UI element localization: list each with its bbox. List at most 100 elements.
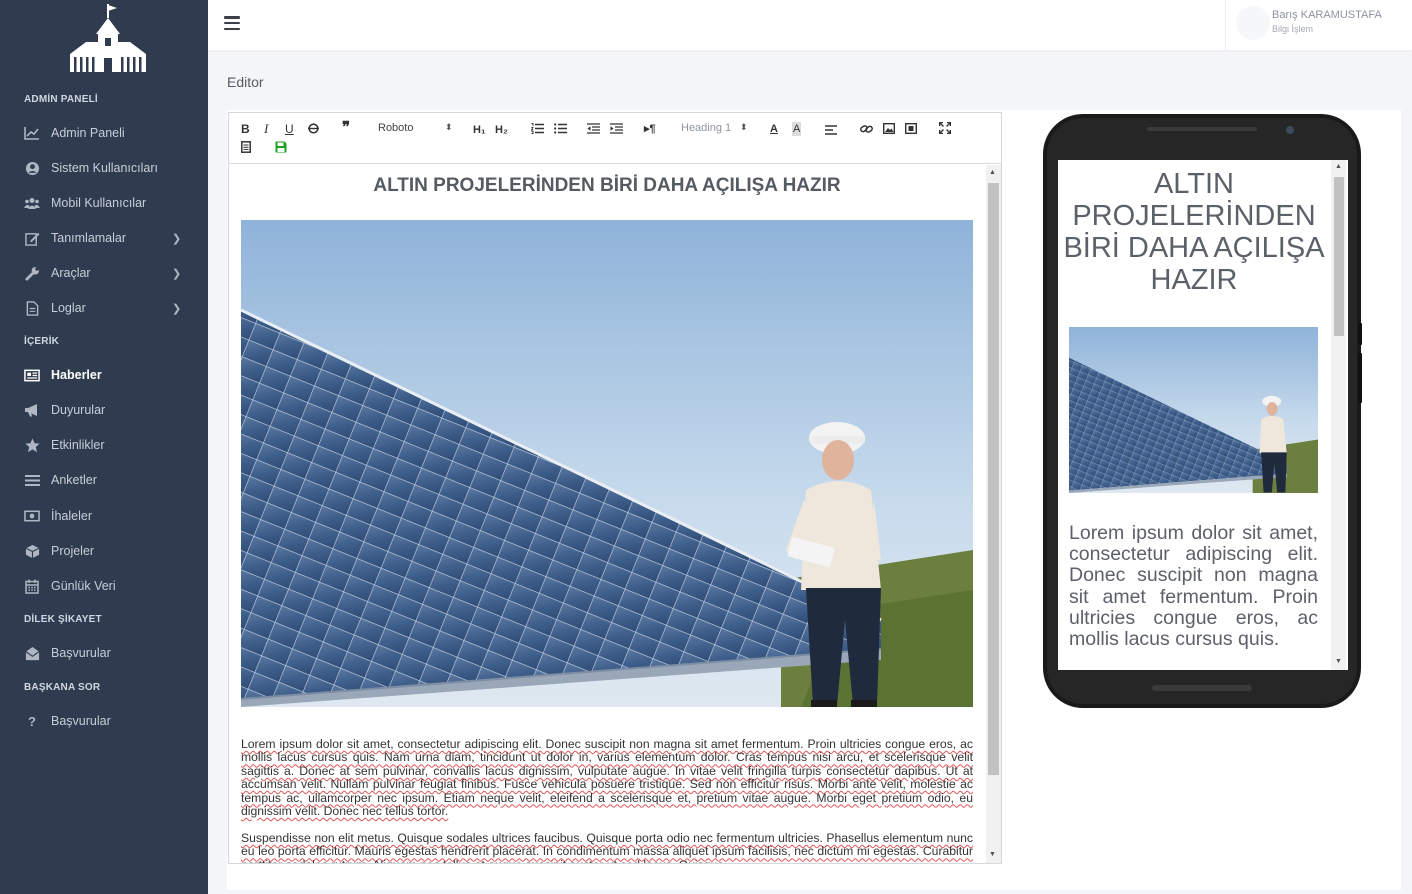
sidebar-item-label: Tanımlamalar (51, 231, 127, 245)
preview-image (1069, 327, 1318, 493)
phone-preview-screen[interactable]: ALTIN PROJELERİNDEN BİRİ DAHA AÇILIŞA HA… (1058, 160, 1348, 670)
list-icon (24, 472, 40, 488)
blockquote-icon[interactable]: ❞ (342, 121, 350, 136)
scroll-thumb[interactable] (988, 183, 999, 775)
scroll-down-icon[interactable]: ▼ (989, 851, 996, 858)
bullet-list-icon[interactable] (554, 123, 567, 137)
sidebar-item-label: Etkinlikler (51, 438, 105, 452)
edit-icon (24, 230, 40, 246)
video-icon[interactable] (904, 122, 918, 137)
user-name: Barış KARAMUSTAFA (1272, 9, 1382, 21)
sidebar-item-mayor-applications[interactable]: ? Başvurular (0, 706, 208, 736)
ordered-list-icon[interactable] (530, 123, 544, 137)
heading-select[interactable]: Heading 1 (681, 122, 731, 134)
outdent-icon[interactable] (587, 123, 600, 137)
user-circle-icon (24, 160, 40, 176)
municipality-logo[interactable] (68, 2, 148, 76)
sidebar-item-label: Projeler (51, 544, 95, 558)
sidebar-item-daily-data[interactable]: Günlük Veri (0, 571, 208, 601)
section-content: İÇERİK (24, 336, 60, 347)
chart-line-icon (24, 125, 40, 141)
sidebar-item-label: Duyurular (51, 403, 106, 417)
sidebar-item-system-users[interactable]: Sistem Kullanıcıları (0, 153, 208, 183)
file-icon (24, 300, 40, 316)
heading-2-icon[interactable]: H₂ (495, 123, 508, 137)
star-icon (24, 437, 40, 453)
newspaper-icon (24, 367, 40, 383)
sidebar-item-admin-panel[interactable]: Admin Paneli (0, 118, 208, 148)
news-image (241, 220, 973, 707)
scroll-up-icon[interactable]: ▲ (1335, 163, 1342, 170)
chevron-right-icon: ❯ (172, 303, 182, 315)
text-direction-icon[interactable]: ▸¶ (644, 122, 656, 136)
text-color-icon[interactable]: A (770, 122, 778, 136)
sidebar-item-events[interactable]: Etkinlikler (0, 430, 208, 460)
sidebar-item-definitions[interactable]: Tanımlamalar ❯ (0, 223, 208, 253)
link-icon[interactable] (860, 123, 873, 138)
sidebar-item-mobile-users[interactable]: Mobil Kullanıcılar (0, 188, 208, 218)
editor-scrollbar[interactable]: ▲ ▼ (986, 165, 1001, 863)
rich-text-editor: B I U ❞ Roboto ⬍ H₁ H₂ ▸¶ Heading 1 ⬍ A … (228, 112, 1002, 864)
news-title: ALTIN PROJELERİNDEN BİRİ DAHA AÇILIŞA HA… (373, 175, 841, 196)
fullscreen-icon[interactable] (938, 121, 952, 137)
page-title: Editor (227, 74, 264, 90)
cube-icon (24, 543, 40, 559)
sidebar-item-logs[interactable]: Loglar ❯ (0, 293, 208, 323)
section-ask-mayor: BAŞKANA SOR (24, 682, 101, 693)
sidebar-item-label: Başvurular (51, 646, 111, 660)
heading-1-icon[interactable]: H₁ (473, 123, 486, 137)
megaphone-icon (24, 402, 40, 418)
sidebar-item-label: Günlük Veri (51, 579, 116, 593)
section-complaints: DİLEK ŞİKAYET (24, 614, 102, 625)
sidebar-item-projects[interactable]: Projeler (0, 536, 208, 566)
sidebar-item-label: Sistem Kullanıcıları (51, 161, 158, 175)
preview-scrollbar[interactable]: ▲ ▼ (1331, 160, 1346, 670)
align-left-icon[interactable] (825, 124, 837, 138)
sidebar-item-label: İhaleler (51, 509, 92, 523)
underline-icon[interactable]: U (285, 122, 294, 136)
editor-toolbar: B I U ❞ Roboto ⬍ H₁ H₂ ▸¶ Heading 1 ⬍ A … (229, 113, 1001, 164)
avatar (1236, 6, 1270, 40)
sidebar-item-surveys[interactable]: Anketler (0, 465, 208, 495)
menu-toggle-icon[interactable] (224, 16, 240, 31)
preview-paragraph: Lorem ipsum dolor sit amet, consectetur … (1069, 522, 1318, 651)
users-icon (24, 195, 40, 211)
news-paragraph: Suspendisse non elit metus. Quisque soda… (241, 831, 973, 863)
scroll-down-icon[interactable]: ▼ (1335, 658, 1342, 665)
sidebar-item-label: Araçlar (51, 266, 91, 280)
wrench-icon (24, 265, 40, 281)
chevron-updown-icon[interactable]: ⬍ (445, 122, 453, 133)
code-view-icon[interactable] (241, 141, 251, 156)
font-family-select[interactable]: Roboto (378, 122, 413, 134)
editor-content-area[interactable]: ALTIN PROJELERİNDEN BİRİ DAHA AÇILIŞA HA… (229, 165, 985, 863)
image-icon[interactable] (882, 122, 896, 137)
indent-icon[interactable] (610, 123, 623, 137)
envelope-open-icon (24, 645, 40, 661)
sidebar-item-tenders[interactable]: İhaleler (0, 501, 208, 531)
sidebar-item-label: Haberler (51, 368, 102, 382)
save-icon[interactable] (275, 141, 287, 156)
user-role: Bilgi İşlem (1272, 24, 1314, 34)
preview-title: ALTIN PROJELERİNDEN BİRİ DAHA AÇILIŞA HA… (1063, 168, 1325, 296)
sidebar-item-applications[interactable]: Başvurular (0, 638, 208, 668)
chevron-right-icon: ❯ (172, 233, 182, 245)
section-admin-panel: ADMİN PANELİ (24, 94, 98, 105)
calendar-icon (24, 578, 40, 594)
question-icon: ? (28, 713, 36, 729)
sidebar-item-news[interactable]: Haberler (0, 360, 208, 390)
italic-icon[interactable]: I (264, 122, 268, 136)
chevron-updown-icon[interactable]: ⬍ (740, 122, 748, 133)
background-color-icon[interactable]: A (792, 122, 802, 136)
sidebar-item-label: Loglar (51, 301, 86, 315)
sidebar-item-label: Anketler (51, 473, 97, 487)
bold-icon[interactable]: B (241, 122, 250, 136)
news-paragraph: Lorem ipsum dolor sit amet, consectetur … (241, 737, 973, 819)
sidebar-item-label: Başvurular (51, 714, 111, 728)
strikethrough-icon[interactable] (308, 123, 319, 137)
scroll-up-icon[interactable]: ▲ (989, 169, 996, 176)
sidebar-item-announcements[interactable]: Duyurular (0, 395, 208, 425)
scroll-thumb[interactable] (1334, 177, 1344, 336)
sidebar-item-tools[interactable]: Araçlar ❯ (0, 258, 208, 288)
topbar: Barış KARAMUSTAFA Bilgi İşlem (208, 0, 1412, 50)
user-menu[interactable]: Barış KARAMUSTAFA Bilgi İşlem (1225, 0, 1412, 50)
